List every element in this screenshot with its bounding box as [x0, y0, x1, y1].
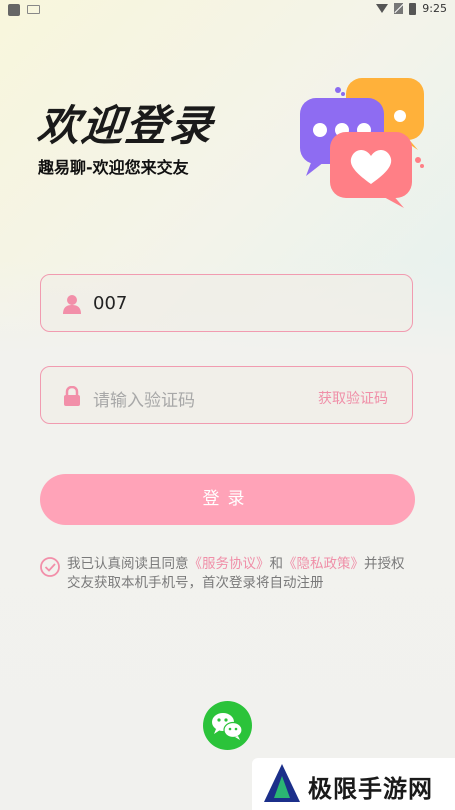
status-bar-right: 9:25 — [376, 2, 447, 15]
get-code-button[interactable]: 获取验证码 — [318, 388, 388, 408]
page-subtitle: 趣易聊-欢迎您来交友 — [38, 158, 189, 177]
wechat-login-button[interactable] — [203, 701, 252, 750]
lock-icon — [64, 386, 80, 406]
service-agreement-link[interactable]: 《服务协议》 — [189, 556, 270, 572]
agreement-prefix: 我已认真阅读且同意 — [67, 556, 189, 572]
wifi-icon — [376, 4, 389, 13]
code-placeholder[interactable]: 请输入验证码 — [93, 386, 195, 411]
privacy-policy-link[interactable]: 《隐私政策》 — [283, 556, 364, 572]
watermark: 极限手游网 — [252, 758, 455, 810]
status-time: 9:25 — [422, 2, 447, 15]
battery-icon — [409, 2, 417, 15]
login-button[interactable]: 登录 — [40, 474, 415, 525]
keyboard-icon — [27, 5, 40, 14]
user-icon — [63, 295, 81, 314]
no-sim-icon — [394, 3, 404, 14]
phone-field[interactable]: 007 — [40, 274, 413, 332]
agreement-and: 和 — [269, 556, 284, 572]
wechat-icon — [212, 713, 243, 740]
app-notification-icon — [8, 4, 20, 16]
verification-code-field[interactable]: 请输入验证码 获取验证码 — [40, 366, 413, 424]
status-bar: 9:25 — [0, 0, 455, 20]
watermark-text: 极限手游网 — [308, 775, 433, 803]
chat-bubbles-illustration — [300, 78, 424, 208]
check-circle-icon[interactable] — [40, 557, 60, 577]
phone-value[interactable]: 007 — [93, 293, 127, 314]
page-title: 欢迎登录 — [35, 101, 217, 150]
agreement-text: 我已认真阅读且同意《服务协议》和《隐私政策》并授权交友获取本机手机号，首次登录将… — [67, 555, 417, 593]
watermark-logo-icon — [264, 764, 300, 802]
